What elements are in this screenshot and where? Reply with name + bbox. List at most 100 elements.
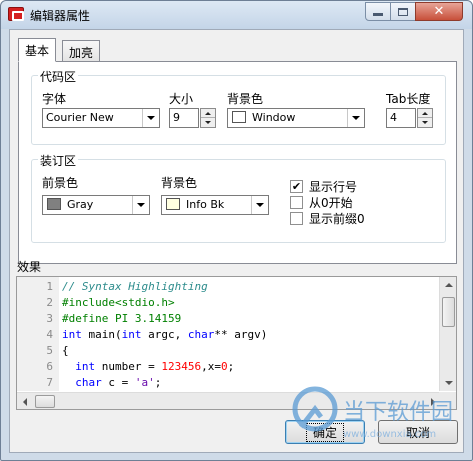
line-number: 5 (46, 344, 53, 357)
gutter-option-label: 显示行号 (309, 180, 358, 194)
gutter-option-2[interactable]: 显示前缀0 (290, 210, 365, 227)
code-token: 123456 (161, 360, 202, 373)
gutter-bg-label: 背景色 (161, 176, 198, 190)
tab-length-input[interactable]: 4 (386, 108, 416, 128)
gutter-fg-value: Gray (67, 198, 94, 211)
size-label: 大小 (169, 92, 194, 106)
code-token: ** argv) (214, 328, 268, 341)
tab-length-spinner[interactable] (417, 108, 433, 128)
code-token: char (187, 328, 215, 341)
gutter-option-0[interactable]: ✔ 显示行号 (290, 178, 357, 195)
code-token: 0 (220, 360, 228, 373)
tab-highlight[interactable]: 加亮 (62, 40, 101, 62)
minimize-button[interactable] (365, 2, 391, 21)
code-token: ,x= (201, 360, 221, 373)
code-token: number = (95, 360, 162, 373)
font-select[interactable]: Courier New (42, 108, 160, 128)
gutter-bg-value: Info Bk (186, 198, 225, 211)
code-token: int (121, 328, 142, 341)
line-number: 2 (46, 296, 53, 309)
code-token: #include<stdio.h> (62, 296, 175, 309)
code-token: char (75, 376, 102, 389)
chevron-down-icon[interactable] (347, 109, 364, 127)
code-preview[interactable]: 1 // Syntax Highlighting 2 #include<stdio.h… (16, 276, 457, 410)
code-token: main( (81, 328, 122, 341)
title-bar[interactable]: 编辑器属性 ✕ (1, 1, 472, 29)
ok-button[interactable]: 确定 (285, 420, 365, 444)
maximize-icon (398, 7, 408, 16)
font-select-value: Courier New (46, 111, 114, 124)
spin-down-icon[interactable] (418, 118, 432, 127)
checkbox-icon[interactable] (290, 212, 303, 225)
checkbox-checked-icon[interactable]: ✔ (290, 180, 303, 193)
chevron-down-icon[interactable] (142, 109, 159, 127)
minimize-icon (373, 13, 383, 16)
code-line: 4 int main(int argc, char** argv) (17, 327, 441, 343)
chevron-down-icon[interactable] (251, 196, 268, 214)
close-button[interactable]: ✕ (415, 2, 463, 21)
code-line: 3 #define PI 3.14159 (17, 311, 441, 327)
tab-length-label: Tab长度 (386, 92, 431, 106)
code-lines: 1 // Syntax Highlighting 2 #include<stdio.h… (17, 279, 441, 391)
chevron-down-icon[interactable] (132, 196, 149, 214)
gutter-fg-select[interactable]: Gray (42, 195, 150, 215)
code-token: c = (101, 376, 135, 389)
window-title: 编辑器属性 (30, 9, 91, 23)
font-label: 字体 (42, 92, 67, 106)
scroll-left-icon[interactable] (17, 394, 33, 409)
code-token: { (62, 344, 69, 357)
color-swatch (232, 111, 246, 123)
editor-properties-dialog: 编辑器属性 ✕ 基本 加亮 代码区 字体 Courier New 大小 9 背景… (0, 0, 473, 461)
scroll-down-icon[interactable] (441, 375, 456, 391)
code-line: 7 char c = 'a'; (17, 375, 441, 391)
tab-basic[interactable]: 基本 (18, 38, 57, 62)
code-token: argc, (141, 328, 188, 341)
horizontal-scroll-thumb[interactable] (35, 395, 55, 408)
spin-up-icon[interactable] (418, 109, 432, 118)
scrollbar-corner (439, 392, 456, 409)
close-icon: ✕ (433, 4, 445, 19)
code-token: ; (227, 360, 235, 373)
maximize-button[interactable] (390, 2, 416, 21)
code-area-group: 代码区 字体 Courier New 大小 9 背景色 Window Tab长度 (31, 68, 446, 145)
code-line: 2 #include<stdio.h> (17, 295, 441, 311)
code-token: // Syntax Highlighting (62, 280, 208, 293)
gutter-option-label: 显示前缀0 (309, 212, 365, 226)
line-number: 1 (46, 280, 53, 293)
code-token: ; (154, 376, 162, 389)
spin-up-icon[interactable] (201, 109, 215, 118)
tab-panel-basic: 代码区 字体 Courier New 大小 9 背景色 Window Tab长度 (18, 61, 457, 264)
vertical-scrollbar[interactable] (439, 277, 456, 391)
line-number: 7 (46, 376, 53, 389)
checkbox-icon[interactable] (290, 196, 303, 209)
code-token: int (75, 360, 96, 373)
gutter-bg-select[interactable]: Info Bk (161, 195, 269, 215)
preview-label: 效果 (17, 260, 42, 274)
code-area-group-title: 代码区 (38, 68, 79, 85)
size-spinner[interactable] (200, 108, 216, 128)
line-number: 4 (46, 328, 53, 341)
vertical-scroll-thumb[interactable] (442, 297, 455, 327)
app-icon (8, 7, 24, 21)
code-token: #define PI 3.14159 (62, 312, 182, 325)
color-swatch (166, 198, 180, 210)
dialog-client-area: 基本 加亮 代码区 字体 Courier New 大小 9 背景色 Window… (9, 29, 464, 453)
size-input[interactable]: 9 (169, 108, 199, 128)
code-token: int (62, 328, 82, 341)
code-bg-value: Window (252, 111, 296, 124)
ok-button-label: 确定 (305, 422, 344, 442)
gutter-group: 装订区 前景色 Gray 背景色 Info Bk ✔ 显示行号 从0开始 显示前缀0 (31, 152, 446, 243)
code-bg-select[interactable]: Window (227, 108, 365, 128)
line-number: 3 (46, 312, 53, 325)
cancel-button[interactable]: 取消 (378, 420, 458, 444)
gutter-option-1[interactable]: 从0开始 (290, 194, 353, 211)
spin-down-icon[interactable] (201, 118, 215, 127)
scroll-up-icon[interactable] (441, 277, 456, 293)
gutter-fg-label: 前景色 (42, 176, 79, 190)
gutter-group-title: 装订区 (38, 152, 79, 169)
horizontal-scrollbar[interactable] (17, 392, 441, 409)
code-line: 1 // Syntax Highlighting (17, 279, 441, 295)
code-line: 6 int number = 123456,x=0; (17, 359, 441, 375)
